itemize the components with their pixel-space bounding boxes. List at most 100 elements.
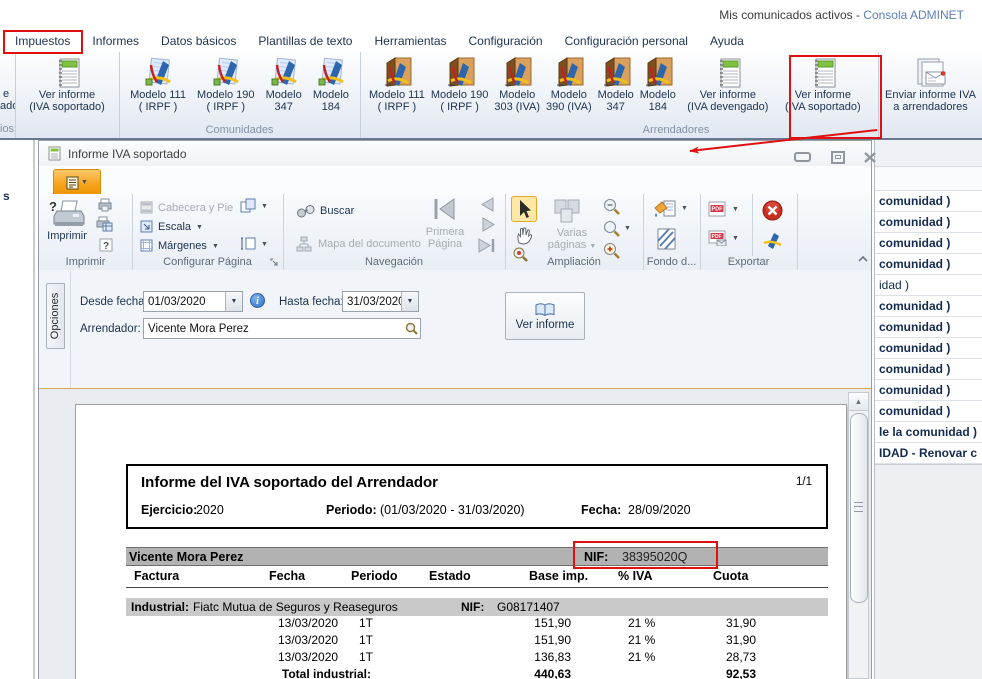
envelope-icon [914, 55, 948, 89]
list-item[interactable]: comunidad ) [875, 233, 982, 254]
ver-informe-devengado-button[interactable]: Ver informe (IVA devengado) [682, 53, 774, 113]
menu-item[interactable]: Datos básicos [161, 34, 236, 48]
print-options-icon[interactable] [95, 216, 113, 232]
dialog-launcher-icon[interactable] [270, 258, 279, 267]
aeat-export-icon[interactable] [762, 232, 783, 249]
list-item[interactable]: comunidad ) [875, 191, 982, 212]
list-item[interactable]: comunidad ) [875, 254, 982, 275]
preview-menu-tab[interactable]: ▼ [53, 169, 101, 195]
modelo-button[interactable]: Modelo 184 [640, 53, 676, 113]
aeat-door-icon [501, 55, 533, 89]
button-label: Modelo [598, 89, 634, 101]
fill-color-icon[interactable] [653, 199, 677, 219]
row-base: 136,83 [496, 650, 571, 664]
menu-item[interactable]: Configuración personal [565, 34, 688, 48]
button-label: ( IRPF ) [139, 101, 178, 113]
margenes-label[interactable]: Márgenes [158, 240, 207, 252]
hasta-fecha-combobox[interactable]: 31/03/2020 ▼ [342, 291, 419, 312]
list-item[interactable]: comunidad ) [875, 212, 982, 233]
preview-scrollbar[interactable]: ▲ [848, 392, 869, 679]
chevron-down-icon[interactable]: ▼ [681, 205, 688, 212]
person-bar: Vicente Mora Perez NIF: 38395020Q [126, 547, 828, 566]
orientation-icon[interactable] [240, 236, 257, 251]
list-item[interactable]: comunidad ) [875, 296, 982, 317]
opciones-tab[interactable]: Opciones [46, 283, 65, 349]
buscar-label[interactable]: Buscar [320, 205, 354, 217]
chevron-down-icon[interactable]: ▼ [624, 225, 631, 232]
ver-informe-button[interactable]: Ver informe [505, 292, 585, 340]
chevron-down-icon[interactable]: ▼ [401, 292, 418, 311]
list-item[interactable]: comunidad ) [875, 338, 982, 359]
chevron-down-icon[interactable]: ▼ [261, 241, 268, 248]
menu-item[interactable]: Plantillas de texto [258, 34, 352, 48]
ver-informe-soportado-button[interactable]: Ver informe (IVA soportado) [15, 53, 119, 113]
hand-tool-icon[interactable] [513, 224, 535, 246]
chevron-down-icon[interactable]: ▼ [732, 206, 739, 213]
imprimir-button[interactable]: ? Imprimir [43, 198, 91, 242]
list-item[interactable]: le la comunidad ) [875, 422, 982, 443]
list-item[interactable]: comunidad ) [875, 317, 982, 338]
chevron-down-icon[interactable]: ▼ [225, 292, 242, 311]
next-page-icon[interactable] [481, 217, 497, 232]
menu-item[interactable]: Ayuda [710, 34, 744, 48]
menu-item[interactable]: Informes [92, 34, 139, 48]
chevron-down-icon[interactable]: ▼ [261, 203, 268, 210]
scrollbar-thumb[interactable] [850, 413, 868, 603]
collapse-ribbon-icon[interactable] [857, 254, 869, 263]
list-item[interactable]: comunidad ) [875, 359, 982, 380]
ver-informe-soportado-arrendadores-button[interactable]: Ver informe (IVA soportado) [780, 53, 866, 113]
modelo-button[interactable]: Modelo 184 [313, 53, 349, 113]
export-pdf-icon[interactable]: PDF [708, 201, 727, 217]
modelo-button[interactable]: Modelo 303 (IVA) [494, 53, 540, 113]
cabecera-label[interactable]: Cabecera y Pie [158, 202, 233, 214]
menu-item[interactable]: Herramientas [374, 34, 446, 48]
minimize-button[interactable] [791, 150, 813, 164]
dialog-title-bar[interactable]: Informe IVA soportado [39, 141, 871, 166]
zoom-out-icon[interactable] [603, 198, 621, 216]
escala-label[interactable]: Escala [158, 221, 191, 233]
list-item[interactable]: IDAD - Renovar c [875, 443, 982, 464]
arrendador-input[interactable]: Vicente Mora Perez [143, 318, 421, 339]
maximize-button[interactable] [827, 150, 849, 164]
first-page-icon[interactable] [430, 197, 458, 221]
button-label: Modelo [499, 89, 535, 101]
scroll-up-icon[interactable]: ▲ [849, 393, 868, 411]
menu-item[interactable]: Impuestos [15, 34, 70, 48]
enviar-informe-button[interactable]: Enviar informe IVA a arrendadores [879, 53, 982, 113]
modelo-button[interactable]: Modelo 347 [266, 53, 302, 113]
modelo-button[interactable]: Modelo 111 ( IRPF ) [130, 53, 186, 113]
modelo-button[interactable]: Modelo 111 ( IRPF ) [369, 53, 425, 113]
multi-page-icon[interactable] [553, 198, 589, 224]
varias-paginas-label[interactable]: Varias páginas ▼ [547, 227, 597, 253]
watermark-icon[interactable] [657, 228, 676, 250]
close-icon[interactable] [859, 150, 881, 164]
copies-icon[interactable] [240, 198, 257, 213]
chevron-down-icon[interactable]: ▼ [732, 235, 739, 242]
pointer-tool-icon[interactable] [511, 196, 537, 222]
last-page-icon[interactable] [477, 238, 497, 253]
quick-print-icon[interactable] [97, 198, 113, 212]
zoom-level-icon[interactable] [603, 220, 621, 238]
help-icon[interactable]: ? [99, 238, 113, 252]
search-icon[interactable] [402, 322, 420, 335]
send-pdf-icon[interactable]: PDF [708, 230, 727, 246]
list-item[interactable]: comunidad ) [875, 401, 982, 422]
modelo-button[interactable]: Modelo 347 [598, 53, 634, 113]
info-icon[interactable]: i [250, 293, 265, 308]
desde-fecha-combobox[interactable]: 01/03/2020 ▼ [143, 291, 243, 312]
prev-page-icon[interactable] [479, 197, 495, 212]
first-page-label[interactable]: Primera Página [423, 226, 467, 250]
report-icon [714, 55, 742, 89]
modelo-button[interactable]: Modelo 190 ( IRPF ) [431, 53, 489, 113]
toolbar-group-ampliacion: Varias páginas ▼ ▼ Ampliación [505, 194, 644, 270]
table-header: Factura Fecha Periodo Estado Base imp. %… [126, 569, 828, 588]
chevron-down-icon[interactable]: ▼ [212, 243, 219, 250]
list-item[interactable]: comunidad ) [875, 380, 982, 401]
close-preview-icon[interactable] [762, 200, 783, 221]
modelo-button[interactable]: Modelo 190 ( IRPF ) [197, 53, 255, 113]
menu-item[interactable]: Configuración [469, 34, 543, 48]
modelo-button[interactable]: Modelo 390 (IVA) [546, 53, 592, 113]
list-item[interactable]: idad ) [875, 275, 982, 296]
mapa-label[interactable]: Mapa del documento [318, 238, 421, 250]
chevron-down-icon[interactable]: ▼ [196, 224, 203, 231]
